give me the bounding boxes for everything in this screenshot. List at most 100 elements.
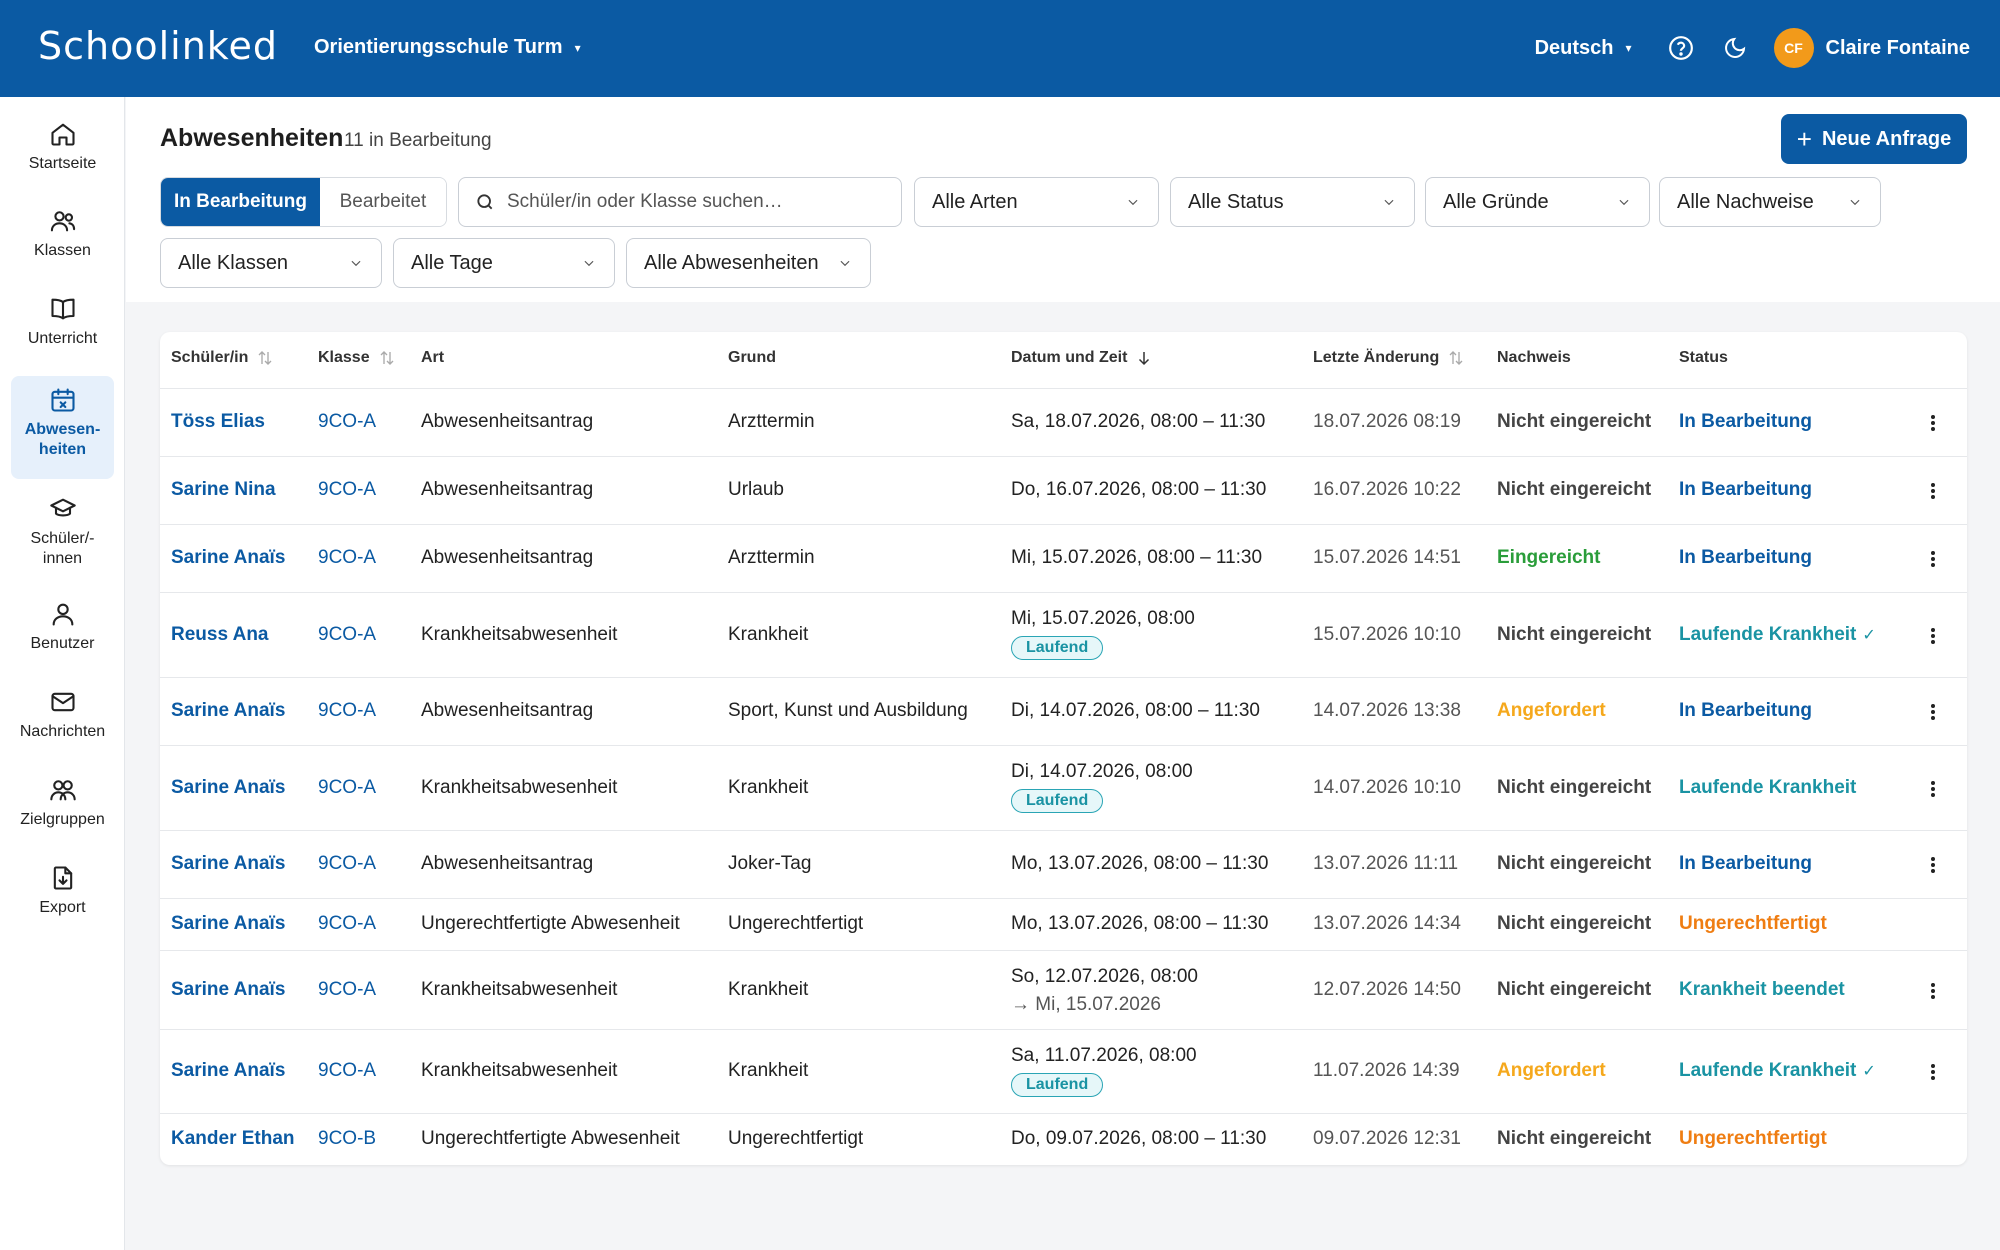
page-count: 11 in Bearbeitung (344, 130, 492, 151)
date-main: Do, 16.07.2026, 08:00 – 11:30 (1011, 479, 1267, 500)
absence-type: Abwesenheitsantrag (421, 411, 594, 432)
filter-gruende[interactable]: Alle Gründe (1425, 177, 1650, 227)
last-change: 12.07.2026 14:50 (1313, 978, 1461, 1000)
caret-down-icon: ▾ (574, 40, 581, 55)
student-name-link[interactable]: Töss Elias (171, 411, 265, 433)
absence-reason: Arzttermin (728, 411, 815, 432)
search-placeholder: Schüler/in oder Klasse suchen… (507, 191, 783, 212)
users-icon (50, 211, 75, 232)
header-right: Deutsch ▾ CF Claire Fontaine (1535, 22, 1970, 74)
class-link[interactable]: 9CO-A (318, 700, 376, 722)
absence-reason: Krankheit (728, 978, 809, 1000)
student-name-link[interactable]: Reuss Ana (171, 624, 269, 646)
more-vertical-icon[interactable] (1931, 855, 1937, 875)
absence-reason: Urlaub (728, 479, 784, 500)
more-vertical-icon[interactable] (1931, 549, 1937, 569)
proof-status: Nicht eingereicht (1497, 776, 1652, 798)
absence-status: Laufende Krankheit ✓ (1679, 1060, 1876, 1081)
sidebar-item-abwesenheiten[interactable]: Abwesen- heiten (11, 376, 114, 479)
proof-status: Nicht eingereicht (1497, 913, 1652, 934)
col-header-datum[interactable]: Datum und Zeit (1011, 349, 1153, 367)
filter-nachweise[interactable]: Alle Nachweise (1659, 177, 1881, 227)
last-change: 15.07.2026 10:10 (1313, 623, 1461, 645)
absence-type: Ungerechtfertigte Abwesenheit (421, 1128, 680, 1149)
help-icon[interactable] (1666, 33, 1696, 63)
sidebar-item-schülerinnen[interactable]: Schüler/- innen (11, 485, 114, 577)
class-link[interactable]: 9CO-A (318, 1060, 376, 1082)
search-input[interactable]: Schüler/in oder Klasse suchen… (458, 177, 902, 227)
file-export-icon (53, 866, 72, 890)
sidebar-item-unterricht[interactable]: Unterricht (11, 285, 114, 359)
class-link[interactable]: 9CO-A (318, 979, 376, 1001)
student-name-link[interactable]: Sarine Anaïs (171, 913, 285, 935)
col-header-grund: Grund (728, 349, 776, 367)
class-link[interactable]: 9CO-A (318, 411, 376, 433)
language-selector[interactable]: Deutsch ▾ (1535, 37, 1632, 60)
more-vertical-icon[interactable] (1931, 702, 1937, 722)
filter-abwesenheiten[interactable]: Alle Abwesenheiten (626, 238, 871, 288)
more-vertical-icon[interactable] (1931, 981, 1937, 1001)
tab-bearbeitet[interactable]: Bearbeitet (319, 178, 446, 226)
sidebar-item-zielgruppen[interactable]: Zielgruppen (11, 766, 114, 840)
school-selector[interactable]: Orientierungsschule Turm ▾ (314, 36, 581, 59)
filter-gruende-label: Alle Gründe (1443, 190, 1549, 213)
sidebar-item-startseite[interactable]: Startseite (11, 110, 114, 184)
date-main: Mi, 15.07.2026, 08:00 – 11:30 (1011, 547, 1263, 568)
student-name-link[interactable]: Sarine Anaïs (171, 979, 285, 1001)
more-vertical-icon[interactable] (1931, 413, 1937, 433)
filter-arten-label: Alle Arten (932, 190, 1018, 213)
absence-type: Abwesenheitsantrag (421, 479, 594, 500)
avatar[interactable]: CF (1773, 28, 1814, 68)
row-divider (160, 898, 1967, 899)
filter-arten[interactable]: Alle Arten (914, 177, 1159, 227)
more-vertical-icon[interactable] (1931, 481, 1937, 501)
absence-type: Ungerechtfertigte Abwesenheit (421, 913, 680, 934)
date-main: Di, 14.07.2026, 08:00 (1011, 761, 1193, 782)
app-logo[interactable]: Schoolinked (38, 24, 278, 68)
student-name-link[interactable]: Sarine Anaïs (171, 853, 285, 875)
filter-klassen[interactable]: Alle Klassen (160, 238, 382, 288)
student-name-link[interactable]: Sarine Anaïs (171, 547, 285, 569)
class-link[interactable]: 9CO-A (318, 853, 376, 875)
more-vertical-icon[interactable] (1931, 779, 1937, 799)
sort-icon (380, 351, 394, 365)
student-name-link[interactable]: Sarine Anaïs (171, 700, 285, 722)
class-link[interactable]: 9CO-A (318, 624, 376, 646)
col-header-label: Klasse (318, 349, 370, 366)
absence-date: Mo, 13.07.2026, 08:00 – 11:30 (1011, 853, 1268, 875)
col-header-schueler[interactable]: Schüler/in (171, 349, 274, 367)
student-name-link[interactable]: Kander Ethan (171, 1128, 295, 1150)
sidebar-item-nachrichten[interactable]: Nachrichten (11, 678, 114, 752)
class-link[interactable]: 9CO-A (318, 913, 376, 935)
absence-date: Di, 14.07.2026, 08:00 – 11:30 (1011, 700, 1260, 722)
class-link[interactable]: 9CO-A (318, 777, 376, 799)
filter-tage[interactable]: Alle Tage (393, 238, 615, 288)
class-link[interactable]: 9CO-B (318, 1128, 376, 1150)
sidebar-item-label: Zielgruppen (20, 811, 105, 828)
last-change: 13.07.2026 14:34 (1313, 913, 1461, 934)
more-vertical-icon[interactable] (1931, 626, 1937, 646)
student-name-link[interactable]: Sarine Anaïs (171, 777, 285, 799)
tab-in-bearbeitung[interactable]: In Bearbeitung (161, 178, 320, 226)
filter-abwesenheiten-label: Alle Abwesenheiten (644, 251, 819, 274)
col-header-label: Status (1679, 349, 1728, 366)
last-change: 15.07.2026 14:51 (1313, 547, 1461, 568)
sidebar-item-benutzer[interactable]: Benutzer (11, 590, 114, 664)
sidebar-item-klassen[interactable]: Klassen (11, 197, 114, 271)
class-link[interactable]: 9CO-A (318, 547, 376, 569)
dark-mode-icon[interactable] (1720, 33, 1750, 63)
absence-reason: Joker-Tag (728, 853, 812, 874)
col-header-letzte-aenderung[interactable]: Letzte Änderung (1313, 349, 1465, 367)
absence-status: Ungerechtfertigt (1679, 1128, 1827, 1149)
user-name[interactable]: Claire Fontaine (1826, 37, 1970, 60)
student-name-link[interactable]: Sarine Nina (171, 479, 276, 501)
more-vertical-icon[interactable] (1931, 1062, 1937, 1082)
date-main: So, 12.07.2026, 08:00 (1011, 966, 1198, 987)
sidebar-item-export[interactable]: Export (11, 854, 114, 928)
col-header-klasse[interactable]: Klasse (318, 349, 396, 367)
student-name-link[interactable]: Sarine Anaïs (171, 1060, 285, 1082)
class-link[interactable]: 9CO-A (318, 479, 376, 501)
row-divider (160, 745, 1967, 746)
new-request-button[interactable]: + Neue Anfrage (1781, 114, 1967, 164)
filter-status[interactable]: Alle Status (1170, 177, 1415, 227)
